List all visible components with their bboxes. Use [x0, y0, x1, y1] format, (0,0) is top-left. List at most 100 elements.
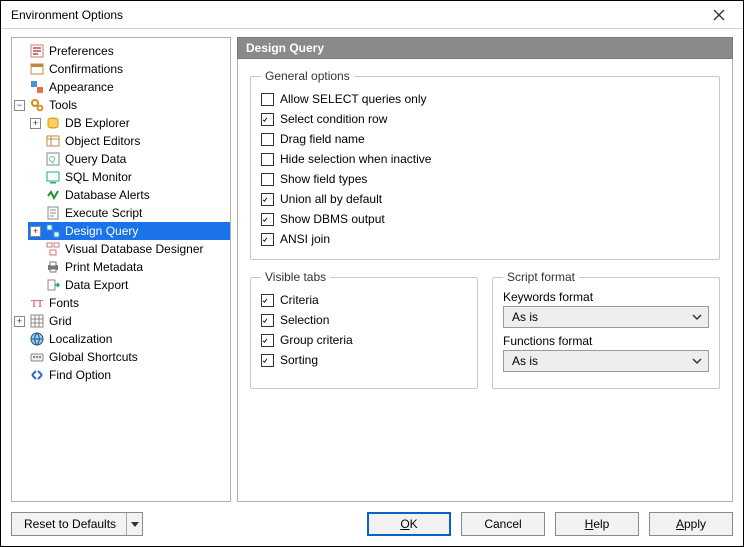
- tree-label: Print Metadata: [65, 260, 143, 274]
- tree-item-design-query[interactable]: +Design Query: [28, 222, 230, 240]
- svg-text:Q: Q: [49, 155, 55, 164]
- visible-tabs-legend: Visible tabs: [261, 270, 330, 284]
- checkbox-criteria[interactable]: Criteria: [261, 290, 467, 310]
- reset-defaults-button[interactable]: Reset to Defaults: [11, 512, 143, 536]
- design-query-icon: [45, 223, 61, 239]
- checkbox-hide-selection-inactive[interactable]: Hide selection when inactive: [261, 149, 709, 169]
- tree-item-confirmations[interactable]: Confirmations: [12, 60, 230, 78]
- help-button[interactable]: Help: [555, 512, 639, 536]
- checkbox-allow-select-only[interactable]: Allow SELECT queries only: [261, 89, 709, 109]
- checkbox-selection[interactable]: Selection: [261, 310, 467, 330]
- checkbox-union-all-default[interactable]: Union all by default: [261, 189, 709, 209]
- tree-label: Execute Script: [65, 206, 142, 220]
- window-title: Environment Options: [11, 8, 701, 22]
- tree-label: Preferences: [49, 44, 114, 58]
- expand-icon[interactable]: +: [30, 226, 41, 237]
- ok-button[interactable]: OK: [367, 512, 451, 536]
- checkbox-label: Hide selection when inactive: [280, 152, 431, 166]
- tree-item-database-alerts[interactable]: Database Alerts: [28, 186, 230, 204]
- localization-icon: [29, 331, 45, 347]
- tree-item-print-metadata[interactable]: Print Metadata: [28, 258, 230, 276]
- checkbox-show-field-types[interactable]: Show field types: [261, 169, 709, 189]
- dropdown-arrow-icon[interactable]: [126, 513, 142, 535]
- db-explorer-icon: [45, 115, 61, 131]
- general-options-group: General options Allow SELECT queries onl…: [250, 69, 720, 260]
- tree-item-execute-script[interactable]: Execute Script: [28, 204, 230, 222]
- checkbox-icon: [261, 294, 274, 307]
- tree-item-object-editors[interactable]: Object Editors: [28, 132, 230, 150]
- expand-icon[interactable]: +: [14, 316, 25, 327]
- tree-label: SQL Monitor: [65, 170, 132, 184]
- nav-tree[interactable]: Preferences Confirmations Appearance − To…: [11, 37, 231, 502]
- tree-item-localization[interactable]: Localization: [12, 330, 230, 348]
- functions-format-label: Functions format: [503, 334, 709, 348]
- checkbox-label: Group criteria: [280, 333, 353, 347]
- checkbox-show-dbms-output[interactable]: Show DBMS output: [261, 209, 709, 229]
- checkbox-sorting[interactable]: Sorting: [261, 350, 467, 370]
- checkbox-ansi-join[interactable]: ANSI join: [261, 229, 709, 249]
- checkbox-drag-field-name[interactable]: Drag field name: [261, 129, 709, 149]
- checkbox-label: Drag field name: [280, 132, 365, 146]
- keywords-format-select[interactable]: As is: [503, 306, 709, 328]
- tree-label: Tools: [49, 98, 77, 112]
- select-value: As is: [512, 354, 538, 368]
- tree-item-preferences[interactable]: Preferences: [12, 42, 230, 60]
- checkbox-select-condition-row[interactable]: Select condition row: [261, 109, 709, 129]
- tree-item-tools[interactable]: − Tools: [12, 96, 230, 114]
- tree-label: Global Shortcuts: [49, 350, 138, 364]
- close-button[interactable]: [701, 4, 737, 26]
- tree-label: Appearance: [49, 80, 114, 94]
- checkbox-icon: [261, 133, 274, 146]
- panel-title: Design Query: [237, 37, 733, 59]
- lower-columns: Visible tabs Criteria Selection Group cr…: [250, 270, 720, 389]
- checkbox-label: Allow SELECT queries only: [280, 92, 427, 106]
- button-label: Reset to Defaults: [22, 517, 126, 531]
- tree-item-global-shortcuts[interactable]: Global Shortcuts: [12, 348, 230, 366]
- button-label: Apply: [676, 517, 706, 531]
- functions-format-select[interactable]: As is: [503, 350, 709, 372]
- tree-label: Grid: [49, 314, 72, 328]
- tree-label: Find Option: [49, 368, 111, 382]
- apply-button[interactable]: Apply: [649, 512, 733, 536]
- checkbox-icon: [261, 314, 274, 327]
- alerts-icon: [45, 187, 61, 203]
- vdb-icon: [45, 241, 61, 257]
- script-icon: [45, 205, 61, 221]
- expand-icon[interactable]: +: [30, 118, 41, 129]
- confirmations-icon: [29, 61, 45, 77]
- checkbox-label: Selection: [280, 313, 329, 327]
- button-label: Help: [585, 517, 610, 531]
- tree-item-appearance[interactable]: Appearance: [12, 78, 230, 96]
- titlebar: Environment Options: [1, 1, 743, 29]
- tree-item-visual-db-designer[interactable]: Visual Database Designer: [28, 240, 230, 258]
- tree-item-data-export[interactable]: Data Export: [28, 276, 230, 294]
- cancel-button[interactable]: Cancel: [461, 512, 545, 536]
- sql-monitor-icon: [45, 169, 61, 185]
- tree-item-db-explorer[interactable]: +DB Explorer: [28, 114, 230, 132]
- grid-icon: [29, 313, 45, 329]
- keywords-format-label: Keywords format: [503, 290, 709, 304]
- checkbox-group-criteria[interactable]: Group criteria: [261, 330, 467, 350]
- checkbox-icon: [261, 93, 274, 106]
- tree-item-fonts[interactable]: TTFonts: [12, 294, 230, 312]
- tree-label: Object Editors: [65, 134, 140, 148]
- checkbox-label: Criteria: [280, 293, 319, 307]
- fonts-icon: TT: [29, 295, 45, 311]
- checkbox-icon: [261, 153, 274, 166]
- tree-item-grid[interactable]: + Grid: [12, 312, 230, 330]
- find-icon: [29, 367, 45, 383]
- tree-item-find-option[interactable]: Find Option: [12, 366, 230, 384]
- chevron-down-icon: [692, 312, 702, 322]
- button-label: OK: [400, 517, 417, 531]
- print-icon: [45, 259, 61, 275]
- tree-item-sql-monitor[interactable]: SQL Monitor: [28, 168, 230, 186]
- checkbox-icon: [261, 233, 274, 246]
- checkbox-label: Show DBMS output: [280, 212, 385, 226]
- tree-label: Confirmations: [49, 62, 123, 76]
- dialog-window: Environment Options Preferences Confirma…: [0, 0, 744, 547]
- collapse-icon[interactable]: −: [14, 100, 25, 111]
- export-icon: [45, 277, 61, 293]
- visible-tabs-group: Visible tabs Criteria Selection Group cr…: [250, 270, 478, 389]
- tree-item-query-data[interactable]: QQuery Data: [28, 150, 230, 168]
- script-format-legend: Script format: [503, 270, 579, 284]
